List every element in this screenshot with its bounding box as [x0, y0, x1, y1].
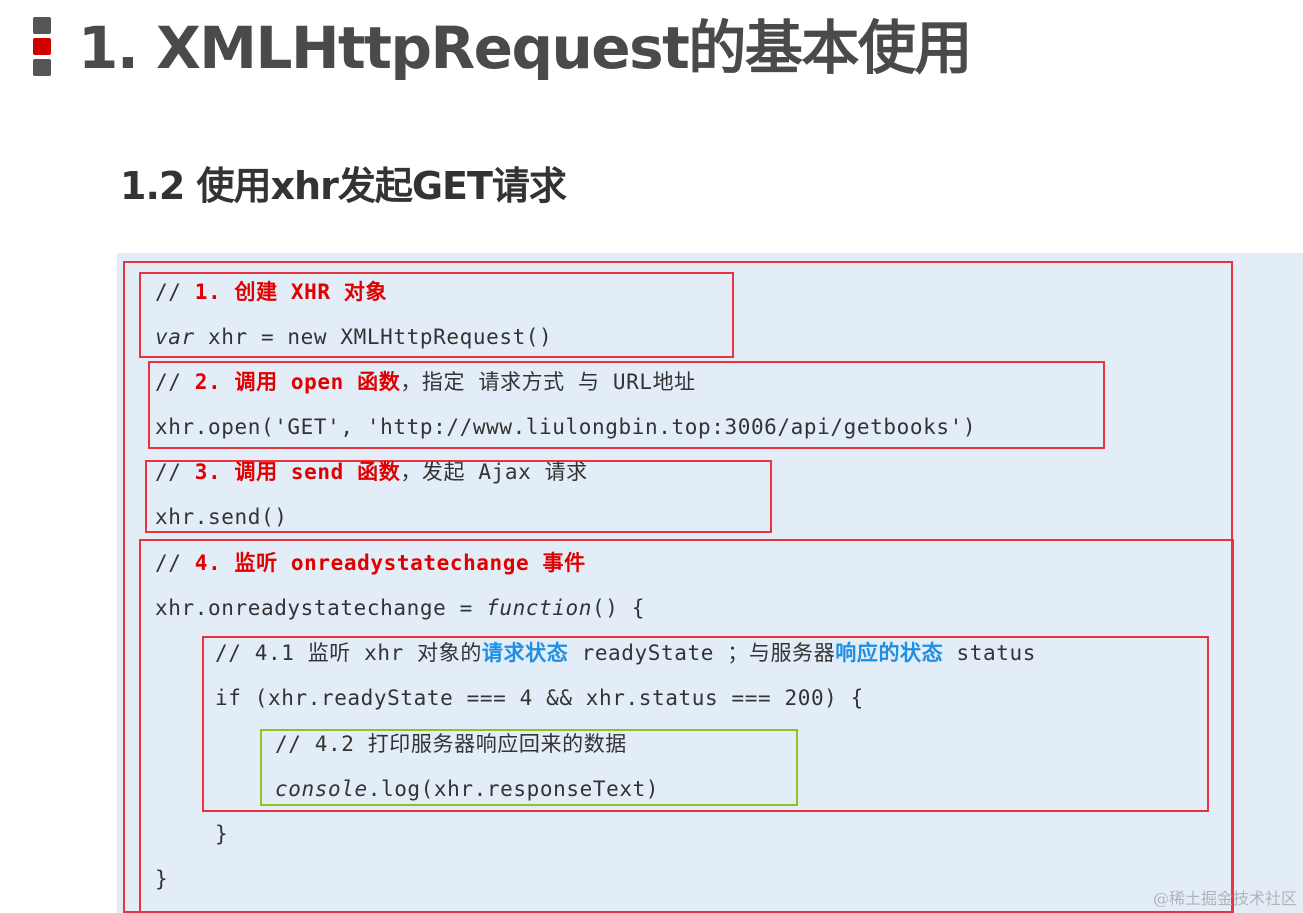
code-comment-step4: // 4. 监听 onreadystatechange 事件 [155, 548, 586, 578]
comment-prefix: // [155, 370, 195, 394]
section-subtitle: 1.2 使用xhr发起GET请求 [120, 164, 567, 208]
code-line-step3: xhr.send() [155, 502, 287, 532]
comment-text: ，发起 Ajax 请求 [400, 460, 588, 484]
code-close-outer: } [155, 864, 168, 894]
comment-label-step3: 3. 调用 send 函数 [194, 460, 401, 484]
comment-label-step4: 4. 监听 onreadystatechange 事件 [194, 551, 586, 575]
code-comment-step1: // 1. 创建 XHR 对象 [155, 277, 387, 307]
keyword-console: console [275, 777, 368, 801]
code-panel: // 1. 创建 XHR 对象 var xhr = new XMLHttpReq… [117, 253, 1303, 913]
code-text: xhr = new XMLHttpRequest() [194, 325, 553, 349]
code-line-step1: var xhr = new XMLHttpRequest() [155, 322, 552, 352]
code-line-step42: console.log(xhr.responseText) [275, 774, 659, 804]
code-comment-step41: // 4.1 监听 xhr 对象的请求状态 readyState ；与服务器响应… [215, 638, 1036, 668]
code-text: xhr.onreadystatechange = [155, 596, 487, 620]
comment-highlight-response-state: 响应的状态 [835, 641, 944, 665]
code-comment-step2: // 2. 调用 open 函数，指定 请求方式 与 URL地址 [155, 367, 696, 397]
code-text: if (xhr.readyState === 4 && xhr.status =… [215, 686, 864, 710]
code-text: () { [592, 596, 646, 620]
comment-label-step2: 2. 调用 open 函数 [194, 370, 401, 394]
comment-text: // 4.2 打印服务器响应回来的数据 [275, 732, 627, 756]
code-line-step2: xhr.open('GET', 'http://www.liulongbin.t… [155, 412, 976, 442]
keyword-var: var [155, 325, 195, 349]
comment-text: readyState ；与服务器 [568, 641, 836, 665]
code-close-inner: } [215, 819, 228, 849]
code-comment-step3: // 3. 调用 send 函数，发起 Ajax 请求 [155, 457, 588, 487]
comment-prefix: // [155, 280, 195, 304]
code-text: } [215, 822, 229, 846]
code-text: xhr.send() [155, 505, 288, 529]
code-line-step41: if (xhr.readyState === 4 && xhr.status =… [215, 683, 864, 713]
watermark: @稀土掘金技术社区 [1152, 889, 1297, 908]
comment-prefix: // [155, 551, 195, 575]
code-text: .log(xhr.responseText) [367, 777, 660, 801]
comment-text: ，指定 请求方式 与 URL地址 [400, 370, 696, 394]
comment-text: status [943, 641, 1036, 665]
code-line-step4: xhr.onreadystatechange = function() { [155, 593, 645, 623]
comment-prefix: // [155, 460, 195, 484]
code-text: xhr.open('GET', 'http://www.liulongbin.t… [155, 415, 977, 439]
comment-text: // 4.1 监听 xhr 对象的 [215, 641, 482, 665]
page-title: 1. XMLHttpRequest的基本使用 [78, 14, 972, 82]
title-marker-icon [33, 17, 51, 80]
code-text: } [155, 867, 169, 891]
comment-highlight-request-state: 请求状态 [481, 641, 569, 665]
comment-label-step1: 1. 创建 XHR 对象 [194, 280, 388, 304]
code-comment-step42: // 4.2 打印服务器响应回来的数据 [275, 729, 627, 759]
keyword-function: function [486, 596, 593, 620]
